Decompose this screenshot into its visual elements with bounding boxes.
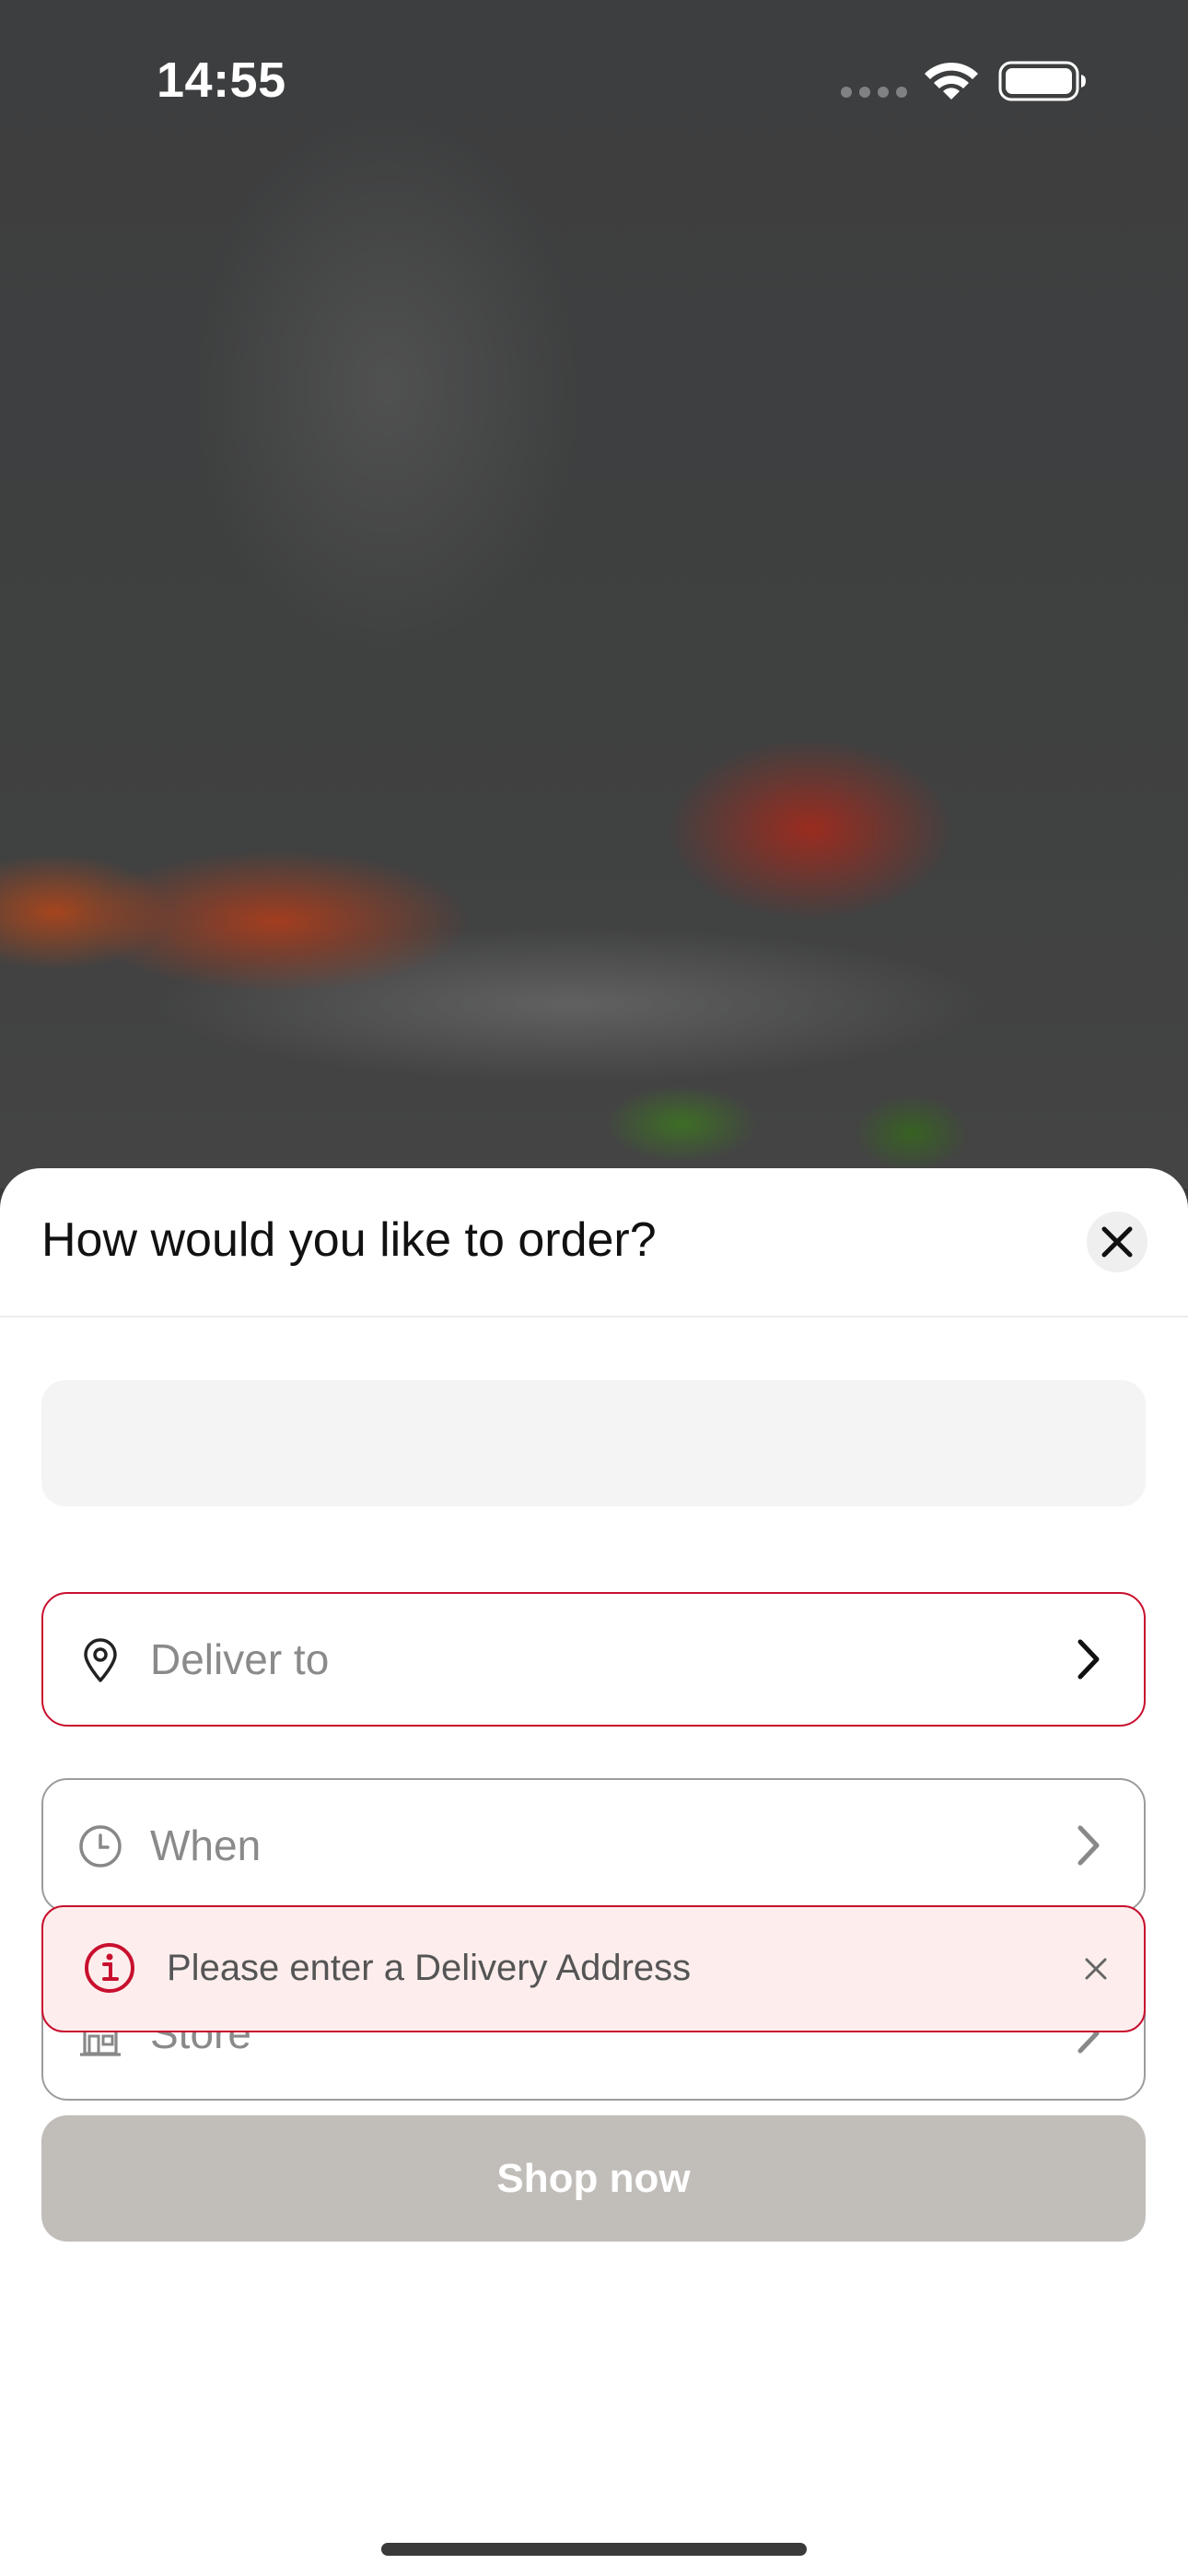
chevron-right-icon [1077, 1825, 1100, 1866]
location-pin-icon [84, 1638, 117, 1682]
alert-message: Please enter a Delivery Address [167, 1948, 692, 1988]
shop-now-button[interactable]: Shop now [41, 2115, 1146, 2242]
when-label: When [150, 1821, 262, 1869]
close-icon[interactable] [1082, 1955, 1110, 1983]
background-photo [0, 0, 1188, 1188]
deliver-to-field[interactable]: Deliver to [41, 1592, 1146, 1727]
signal-dots-icon [841, 87, 907, 98]
when-field[interactable]: When [41, 1778, 1146, 1913]
order-type-toggle-placeholder[interactable] [41, 1380, 1146, 1506]
sheet-title: How would you like to order? [41, 1213, 657, 1267]
status-time: 14:55 [157, 53, 286, 108]
deliver-to-label: Deliver to [150, 1635, 330, 1683]
battery-icon [998, 61, 1086, 101]
home-indicator[interactable] [381, 2543, 807, 2556]
clock-icon [79, 1825, 122, 1868]
info-icon [85, 1943, 134, 1993]
delivery-address-error-alert: Please enter a Delivery Address [41, 1905, 1146, 2032]
close-icon [1101, 1226, 1133, 1258]
close-button[interactable] [1087, 1212, 1147, 1272]
sheet-header: How would you like to order? [0, 1168, 1188, 1317]
order-method-sheet: How would you like to order? Deliver to … [0, 1168, 1188, 2576]
wifi-icon [925, 62, 978, 100]
chevron-right-icon [1077, 1639, 1100, 1680]
